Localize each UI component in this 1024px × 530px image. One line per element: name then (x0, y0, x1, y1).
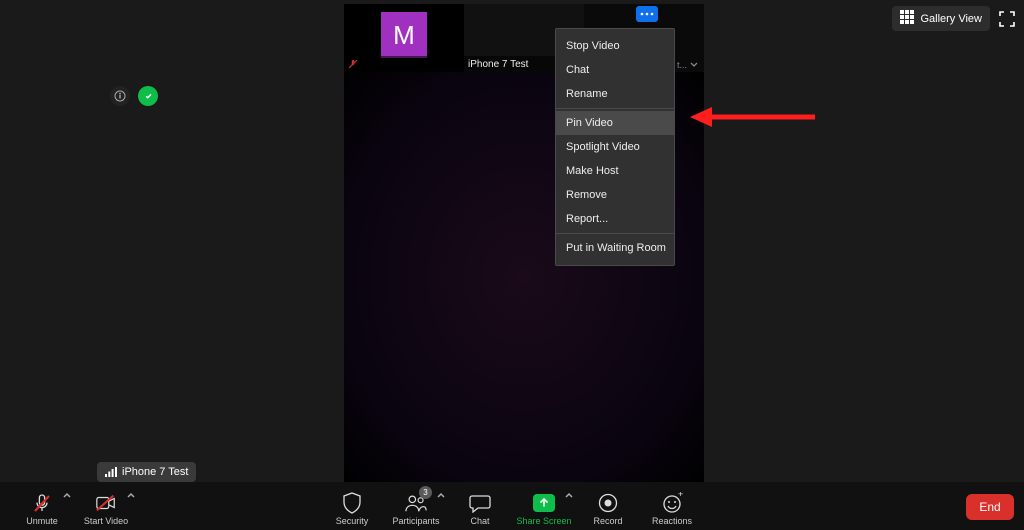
end-label: End (979, 500, 1000, 514)
menu-item-remove[interactable]: Remove (556, 183, 674, 207)
toolbar-label: Unmute (26, 516, 58, 526)
gallery-view-label: Gallery View (920, 13, 982, 25)
tooltip-text: iPhone 7 Test (122, 466, 188, 478)
shield-icon (341, 492, 363, 514)
participants-count-badge: 3 (419, 486, 432, 499)
audio-caret[interactable] (62, 488, 72, 498)
end-meeting-button[interactable]: End (966, 494, 1014, 520)
menu-item-spotlight-video[interactable]: Spotlight Video (556, 135, 674, 159)
record-button[interactable]: Record (576, 482, 640, 530)
share-caret[interactable] (564, 488, 574, 498)
signal-icon (105, 467, 117, 477)
unmute-button[interactable]: Unmute (10, 482, 74, 530)
toolbar-label: Participants (392, 516, 439, 526)
security-button[interactable]: Security (320, 482, 384, 530)
meeting-toolbar: Unmute Start Video Security (0, 482, 1024, 530)
video-off-icon (95, 492, 117, 514)
encryption-shield-button[interactable] (138, 86, 158, 106)
share-screen-button[interactable]: Share Screen (512, 482, 576, 530)
toolbar-label: Chat (470, 516, 489, 526)
speaker-tooltip: iPhone 7 Test (97, 462, 196, 482)
toolbar-label: Share Screen (516, 516, 571, 526)
mic-muted-icon (348, 59, 358, 69)
thumb-label-bar (344, 56, 464, 72)
reactions-icon: + (661, 492, 683, 514)
chat-icon (469, 492, 491, 514)
menu-item-chat[interactable]: Chat (556, 58, 674, 82)
grid-icon (900, 10, 914, 27)
participants-caret[interactable] (436, 488, 446, 498)
start-video-button[interactable]: Start Video (74, 482, 138, 530)
info-icon (114, 90, 126, 102)
record-icon (597, 492, 619, 514)
ellipsis-icon (640, 12, 654, 16)
menu-item-make-host[interactable]: Make Host (556, 159, 674, 183)
top-right-controls: Gallery View (892, 6, 1018, 31)
arrow-icon (690, 104, 820, 130)
chevron-down-icon (690, 61, 698, 69)
status-icons (110, 86, 158, 106)
video-caret[interactable] (126, 488, 136, 498)
chat-button[interactable]: Chat (448, 482, 512, 530)
avatar: M (381, 12, 427, 58)
toolbar-label: Start Video (84, 516, 128, 526)
menu-item-report[interactable]: Report... (556, 207, 674, 231)
participants-button[interactable]: 3 Participants (384, 482, 448, 530)
fullscreen-button[interactable] (996, 8, 1018, 30)
toolbar-label: Reactions (652, 516, 692, 526)
toolbar-label: Record (593, 516, 622, 526)
thumb-label: iPhone 7 Test (468, 59, 528, 70)
meeting-window: Gallery View M iPhone 7 Test Connecting … (0, 0, 1024, 530)
menu-item-rename[interactable]: Rename (556, 82, 674, 106)
svg-text:+: + (678, 492, 683, 499)
menu-item-stop-video[interactable]: Stop Video (556, 34, 674, 58)
participant-context-menu: Stop Video Chat Rename Pin Video Spotlig… (555, 28, 675, 266)
meeting-info-button[interactable] (110, 86, 130, 106)
menu-item-waiting-room[interactable]: Put in Waiting Room (556, 236, 674, 260)
menu-item-pin-video[interactable]: Pin Video (556, 111, 674, 135)
avatar-letter: M (393, 20, 415, 51)
gallery-view-button[interactable]: Gallery View (892, 6, 990, 31)
thumb-options-button[interactable] (636, 6, 658, 22)
annotation-arrow (690, 104, 820, 135)
mic-muted-icon (31, 492, 53, 514)
toolbar-label: Security (336, 516, 369, 526)
share-icon (533, 492, 555, 514)
shield-check-icon (143, 91, 154, 102)
participant-thumb[interactable]: M (344, 4, 464, 72)
fullscreen-icon (999, 11, 1015, 27)
reactions-button[interactable]: + Reactions (640, 482, 704, 530)
